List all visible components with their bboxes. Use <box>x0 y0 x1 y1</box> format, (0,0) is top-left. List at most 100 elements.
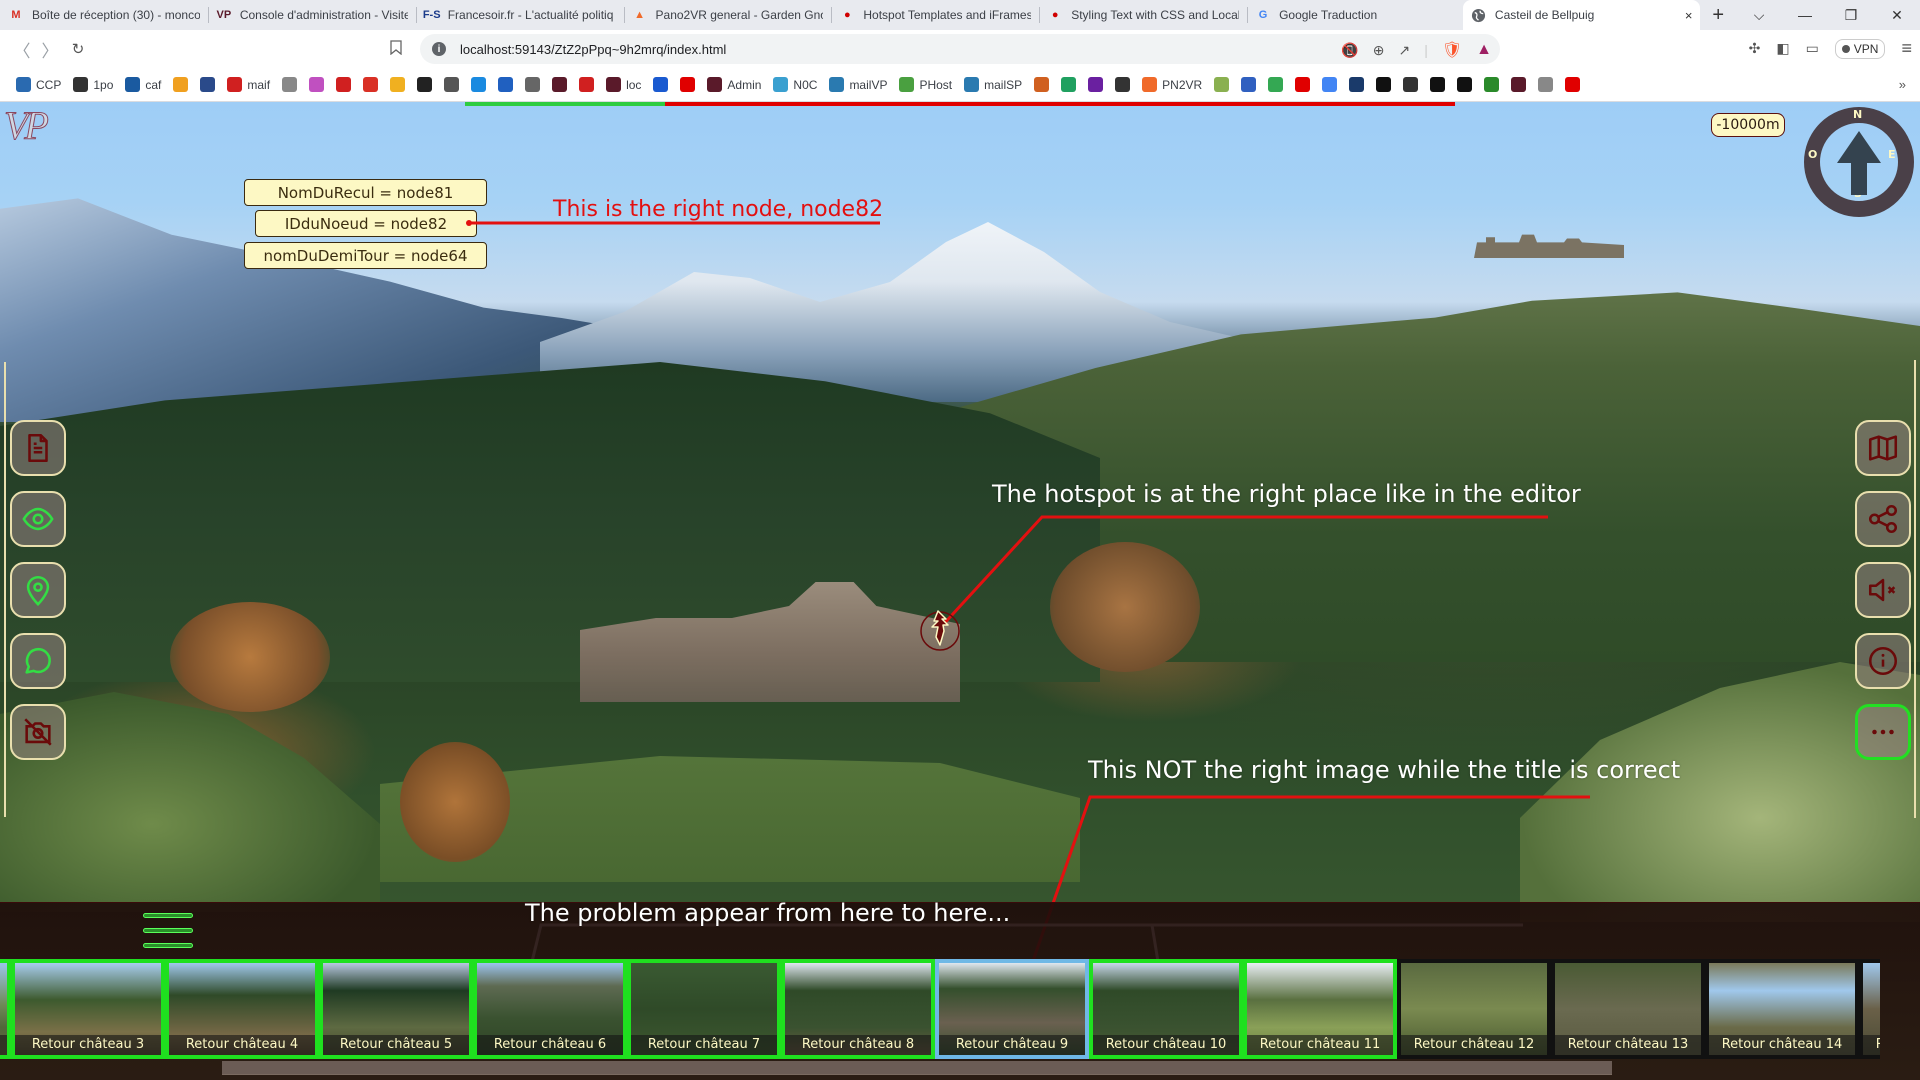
bookmark-item[interactable] <box>386 77 409 92</box>
toggle-hotspots-button[interactable] <box>10 491 66 547</box>
bookmark-item[interactable] <box>1264 77 1287 92</box>
tab[interactable]: ● Hotspot Templates and iFrames <box>831 0 1039 30</box>
zoom-icon[interactable]: ⊕ <box>1373 42 1385 59</box>
tab[interactable]: M Boîte de réception (30) - monco <box>0 0 208 30</box>
bookmark-item[interactable] <box>1453 77 1476 92</box>
chat-button[interactable] <box>10 633 66 689</box>
vpn-button[interactable]: VPN <box>1834 38 1886 59</box>
bookmark-page-icon[interactable] <box>390 40 402 58</box>
thumbnail-retour-ch-teau-14[interactable]: Retour château 14 <box>1705 959 1859 1059</box>
sidebar-icon[interactable]: ◧ <box>1776 40 1789 57</box>
url-field[interactable]: i localhost:59143/ZtZ2pPpq~9h2mrq/index.… <box>420 34 1500 64</box>
thumbnail-retour-ch-teau-8[interactable]: Retour château 8 <box>781 959 935 1059</box>
reload-icon[interactable]: ↻ <box>64 40 92 58</box>
bookmark-item[interactable] <box>1345 77 1368 92</box>
tab[interactable]: ▲ Pano2VR general - Garden Gnom <box>623 0 832 30</box>
bookmark-item[interactable] <box>467 77 490 92</box>
bookmark-item[interactable] <box>169 77 192 92</box>
thumbnail-retour-ch-teau-12[interactable]: Retour château 12 <box>1397 959 1551 1059</box>
thumbnail-retour-ch-teau-15[interactable]: Retour château 15 <box>1859 959 1880 1059</box>
restore-icon[interactable]: ❐ <box>1828 7 1874 24</box>
tab[interactable]: VP Console d'administration - Visite <box>207 0 416 30</box>
bookmark-item[interactable] <box>1237 77 1260 92</box>
bookmark-item[interactable]: PHost <box>895 77 956 92</box>
media-blocked-icon[interactable]: 📵 <box>1341 42 1358 59</box>
thumbnail-retour-ch-teau-4[interactable]: Retour château 4 <box>165 959 319 1059</box>
bookmark-item[interactable] <box>359 77 382 92</box>
bookmark-item[interactable] <box>676 77 699 92</box>
tab[interactable]: F-S Francesoir.fr - L'actualité politiq <box>415 0 624 30</box>
bookmark-item[interactable]: caf <box>121 77 165 92</box>
bookmark-item[interactable] <box>575 77 598 92</box>
bookmark-item[interactable] <box>1507 77 1530 92</box>
thumbnail-retour-ch-teau-7[interactable]: Retour château 7 <box>627 959 781 1059</box>
bookmark-item[interactable] <box>1111 77 1134 92</box>
minimize-icon[interactable]: — <box>1782 7 1828 23</box>
bookmark-item[interactable] <box>521 77 544 92</box>
bookmark-item[interactable] <box>1480 77 1503 92</box>
brave-rewards-icon[interactable]: ▲ <box>1476 41 1492 59</box>
tab[interactable]: ● Styling Text with CSS and Local F <box>1039 0 1247 30</box>
bookmark-item[interactable] <box>278 77 301 92</box>
map-pin-button[interactable] <box>10 562 66 618</box>
thumbnail-retour-ch-teau-13[interactable]: Retour château 13 <box>1551 959 1705 1059</box>
thumbnail-retour-ch-teau-5[interactable]: Retour château 5 <box>319 959 473 1059</box>
bookmark-item[interactable] <box>1372 77 1395 92</box>
bookmark-item[interactable] <box>1057 77 1080 92</box>
forward-icon[interactable]: 〉 <box>36 37 64 62</box>
bookmark-item[interactable]: maif <box>223 77 274 92</box>
thumbnail-retour-ch-teau-3[interactable]: Retour château 3 <box>11 959 165 1059</box>
compass[interactable]: N S O E <box>1804 107 1914 217</box>
bookmark-item[interactable] <box>1399 77 1422 92</box>
menu-icon[interactable]: ≡ <box>1901 38 1912 59</box>
more-button[interactable] <box>1855 704 1911 760</box>
bookmark-item[interactable]: CCP <box>12 77 65 92</box>
mute-button[interactable] <box>1855 562 1911 618</box>
map-button[interactable] <box>1855 420 1911 476</box>
extensions-icon[interactable]: ✣ <box>1749 40 1761 57</box>
thumbnail-partial[interactable] <box>0 959 11 1059</box>
bookmark-item[interactable] <box>1561 77 1584 92</box>
bookmark-item[interactable]: mailSP <box>960 77 1026 92</box>
info-document-button[interactable] <box>10 420 66 476</box>
bookmark-item[interactable] <box>332 77 355 92</box>
back-icon[interactable]: 〈 <box>8 37 36 62</box>
bookmark-item[interactable] <box>1030 77 1053 92</box>
bookmark-item[interactable] <box>440 77 463 92</box>
bookmark-item[interactable] <box>548 77 571 92</box>
bookmark-item[interactable] <box>649 77 672 92</box>
panorama-viewer[interactable]: VP NomDuRecul = node81 IDduNoeud = node8… <box>0 102 1920 1080</box>
hamburger-menu-button[interactable] <box>143 909 195 948</box>
share-page-icon[interactable]: ↗ <box>1398 42 1410 59</box>
bookmark-item[interactable] <box>1291 77 1314 92</box>
bookmark-item[interactable] <box>305 77 328 92</box>
bookmark-item[interactable] <box>196 77 219 92</box>
bookmark-item[interactable]: PN2VR <box>1138 77 1206 92</box>
navigation-hotspot[interactable] <box>918 607 962 651</box>
tab[interactable]: G Google Traduction <box>1247 0 1455 30</box>
new-tab-button[interactable]: + <box>1700 0 1736 30</box>
bookmark-item[interactable]: 1po <box>69 77 117 92</box>
bookmarks-overflow-icon[interactable]: » <box>1899 77 1920 92</box>
bookmark-item[interactable] <box>1084 77 1107 92</box>
brave-shields-icon[interactable]: 🛡 <box>1442 40 1462 60</box>
close-window-icon[interactable]: ✕ <box>1874 7 1920 24</box>
bookmark-item[interactable] <box>413 77 436 92</box>
thumbnail-retour-ch-teau-11[interactable]: Retour château 11 <box>1243 959 1397 1059</box>
bookmark-item[interactable]: Admin <box>703 77 765 92</box>
bookmark-item[interactable]: mailVP <box>825 77 891 92</box>
thumbnail-scrollbar-thumb[interactable] <box>222 1061 1612 1075</box>
bookmark-item[interactable] <box>1318 77 1341 92</box>
bookmark-item[interactable] <box>1210 77 1233 92</box>
bookmark-item[interactable] <box>1426 77 1449 92</box>
thumbnail-retour-ch-teau-6[interactable]: Retour château 6 <box>473 959 627 1059</box>
share-button[interactable] <box>1855 491 1911 547</box>
bookmark-item[interactable]: N0C <box>769 77 821 92</box>
info-button[interactable] <box>1855 633 1911 689</box>
bookmark-item[interactable] <box>494 77 517 92</box>
site-info-icon[interactable]: i <box>432 42 446 56</box>
thumbnail-retour-ch-teau-9[interactable]: Retour château 9 <box>935 959 1089 1059</box>
tab-active[interactable]: Casteil de Bellpuig × <box>1462 0 1701 30</box>
wallet-icon[interactable]: ▭ <box>1806 40 1819 57</box>
tab-list-icon[interactable]: ⌵ <box>1736 7 1782 24</box>
